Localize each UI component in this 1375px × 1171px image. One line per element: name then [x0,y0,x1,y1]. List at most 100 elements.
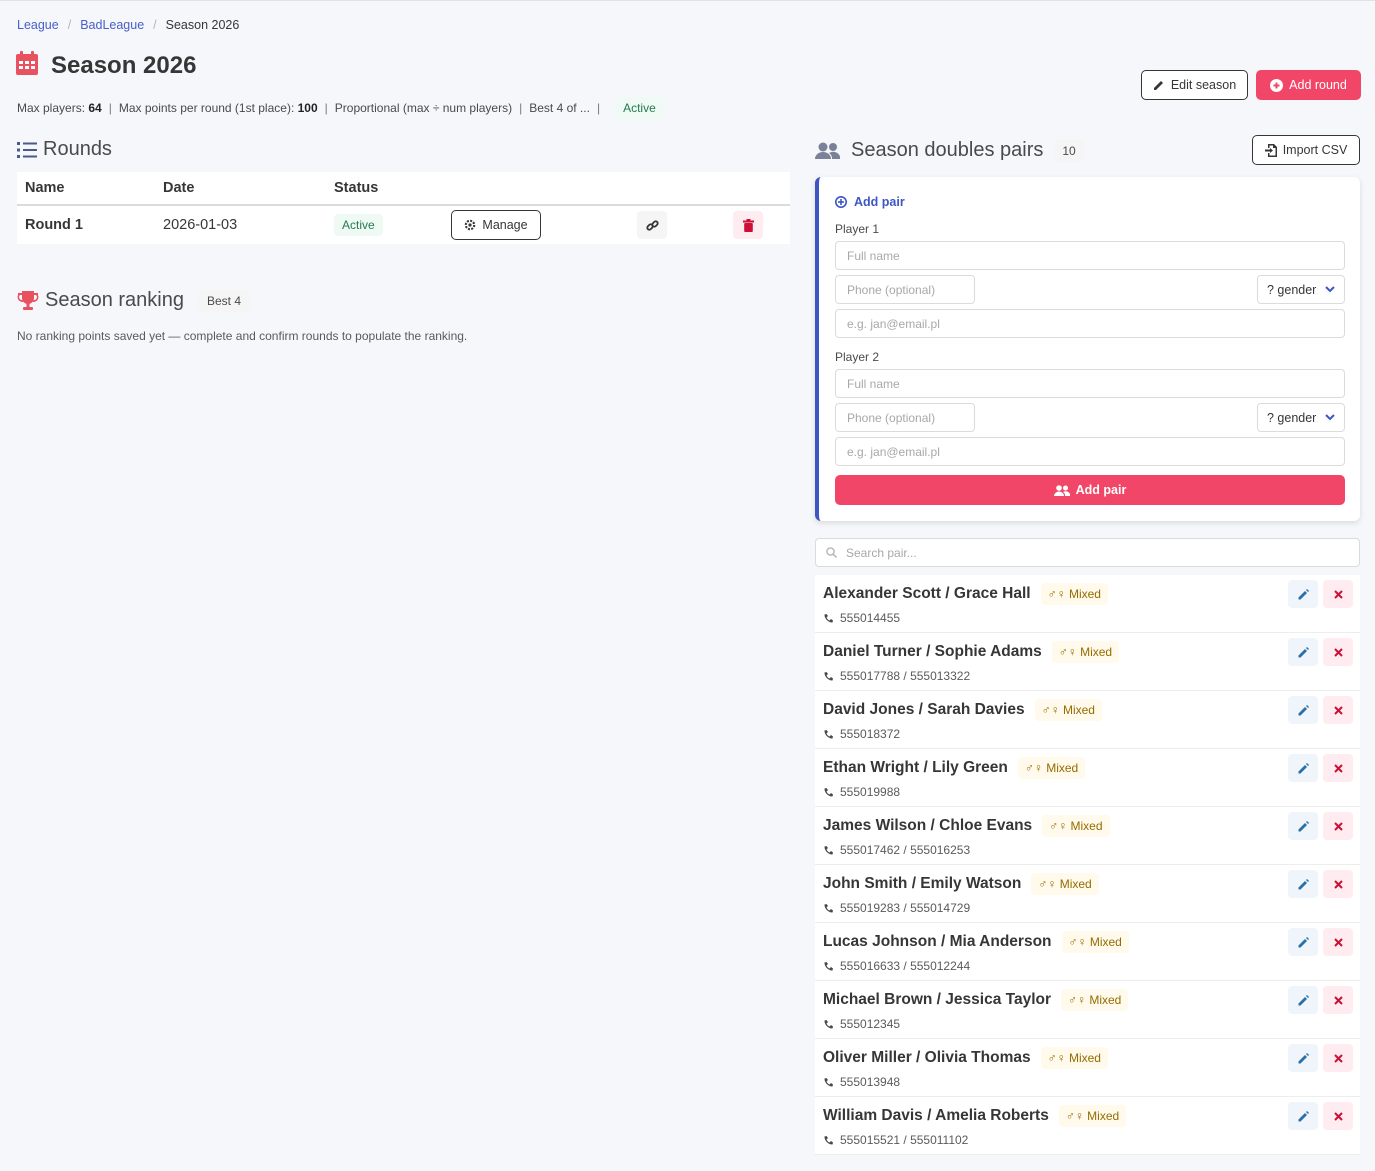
breadcrumb-separator: / [67,18,72,32]
delete-round-button[interactable] [733,211,763,239]
mixed-badge: ♂♀ Mixed [1061,931,1129,953]
search-input[interactable]: Search pair... [846,546,917,560]
player2-phone-input[interactable]: Phone (optional) [835,403,975,432]
delete-pair-button[interactable] [1323,696,1353,724]
pair-phones-row: 555016633 / 555012244 [823,959,970,973]
delete-pair-button[interactable] [1323,870,1353,898]
edit-pair-button[interactable] [1288,1044,1318,1072]
list-item: Oliver Miller / Olivia Thomas ♂♀ Mixed 555… [815,1039,1360,1097]
column-name: Name [17,172,155,206]
pencil-icon [1298,1052,1309,1063]
delete-pair-button[interactable] [1323,928,1353,956]
player1-email-input[interactable]: e.g. jan@email.pl [835,309,1345,338]
phone-icon [824,845,833,855]
pair-name-row: William Davis / Amelia Roberts ♂♀ Mixed [823,1105,1127,1127]
pair-phones: 555016633 / 555012244 [840,959,971,973]
pair-name: Ethan Wright / Lily Green [823,759,1008,776]
pencil-icon [1298,646,1309,657]
round-date: 2026-01-03 [163,217,238,233]
pencil-icon [1298,994,1309,1005]
delete-pair-button[interactable] [1323,986,1353,1014]
pair-phones: 555019283 / 555014729 [840,901,971,915]
breadcrumb-badleague[interactable]: BadLeague [80,18,144,32]
pair-phones: 555015521 / 555011102 [840,1133,969,1147]
close-icon [1333,995,1343,1005]
best-badge: Best 4 [198,289,250,312]
edit-pair-button[interactable] [1288,754,1318,782]
pair-phones-row: 555018372 [823,727,900,741]
plus-circle-icon [1270,78,1284,92]
max-players-value: 64 [88,101,102,115]
player1-gender-select[interactable]: ? gender [1257,275,1345,304]
mixed-badge: ♂♀ Mixed [1034,699,1102,721]
delete-pair-button[interactable] [1323,638,1353,666]
add-pair-submit-button[interactable]: Add pair [835,475,1345,505]
add-pair-card: Add pair Player 1 Full name Phone (optio… [815,177,1360,521]
pencil-icon [1298,878,1309,889]
column-date: Date [155,172,326,206]
phone-icon [824,613,833,623]
edit-pair-button[interactable] [1288,696,1318,724]
pair-name: Daniel Turner / Sophie Adams [823,643,1042,660]
edit-pair-button[interactable] [1288,870,1318,898]
delete-pair-button[interactable] [1323,812,1353,840]
list-icon [17,141,37,158]
copy-link-button[interactable] [637,211,667,239]
pair-name: David Jones / Sarah Davies [823,701,1025,718]
edit-pair-button[interactable] [1288,928,1318,956]
edit-season-button[interactable]: Edit season [1141,70,1248,100]
pair-name: Oliver Miller / Olivia Thomas [823,1049,1031,1066]
pair-name-row: Oliver Miller / Olivia Thomas ♂♀ Mixed [823,1047,1108,1069]
pencil-icon [1298,588,1309,599]
pair-name-row: David Jones / Sarah Davies ♂♀ Mixed [823,699,1102,721]
close-icon [1333,937,1343,947]
pair-phones: 555017462 / 555016253 [840,843,971,857]
add-round-button[interactable]: Add round [1256,70,1361,100]
plus-circle-icon [835,196,847,208]
mixed-badge: ♂♀ Mixed [1040,1047,1108,1069]
delete-pair-button[interactable] [1323,1044,1353,1072]
breadcrumb-league[interactable]: League [17,18,59,32]
close-icon [1333,647,1343,657]
users-icon [1053,484,1070,496]
pair-phones: 555013948 [840,1075,901,1089]
import-csv-button[interactable]: Import CSV [1252,135,1360,165]
pair-phones: 555017788 / 555013322 [840,669,971,683]
delete-pair-button[interactable] [1323,580,1353,608]
close-icon [1333,821,1343,831]
edit-pair-button[interactable] [1288,812,1318,840]
pair-name-row: Lucas Johnson / Mia Anderson ♂♀ Mixed [823,931,1129,953]
player1-name-input[interactable]: Full name [835,241,1345,270]
link-icon [645,219,659,231]
edit-pair-button[interactable] [1288,638,1318,666]
column-status: Status [326,172,443,206]
edit-pair-button[interactable] [1288,1102,1318,1130]
pair-phones-row: 555019283 / 555014729 [823,901,970,915]
status-badge: Active [615,97,664,119]
page-title: Season 2026 [51,51,197,79]
users-icon [815,142,840,159]
list-item: Ethan Wright / Lily Green ♂♀ Mixed 5550199… [815,749,1360,807]
player2-name-input[interactable]: Full name [835,369,1345,398]
list-item: William Davis / Amelia Roberts ♂♀ Mixed 55… [815,1097,1360,1155]
phone-icon [824,787,833,797]
delete-pair-button[interactable] [1323,1102,1353,1130]
pairs-title: Season doubles pairs [851,139,1044,161]
breadcrumb: League / BadLeague / Season 2026 [17,18,239,32]
player1-phone-input[interactable]: Phone (optional) [835,275,975,304]
close-icon [1333,1111,1343,1121]
player2-gender-select[interactable]: ? gender [1257,403,1345,432]
ranking-heading: Season ranking Best 4 [17,289,250,312]
delete-pair-button[interactable] [1323,754,1353,782]
pair-phones-row: 555013948 [823,1075,900,1089]
calendar-icon [16,51,38,80]
search-pair-field[interactable]: Search pair... [815,538,1360,567]
breadcrumb-current: Season 2026 [165,18,240,32]
edit-pair-button[interactable] [1288,580,1318,608]
edit-pair-button[interactable] [1288,986,1318,1014]
breadcrumb-separator: / [153,18,157,32]
manage-round-button[interactable]: Manage [451,210,541,240]
list-item: James Wilson / Chloe Evans ♂♀ Mixed 555017… [815,807,1360,865]
close-icon [1333,763,1343,773]
player2-email-input[interactable]: e.g. jan@email.pl [835,437,1345,466]
